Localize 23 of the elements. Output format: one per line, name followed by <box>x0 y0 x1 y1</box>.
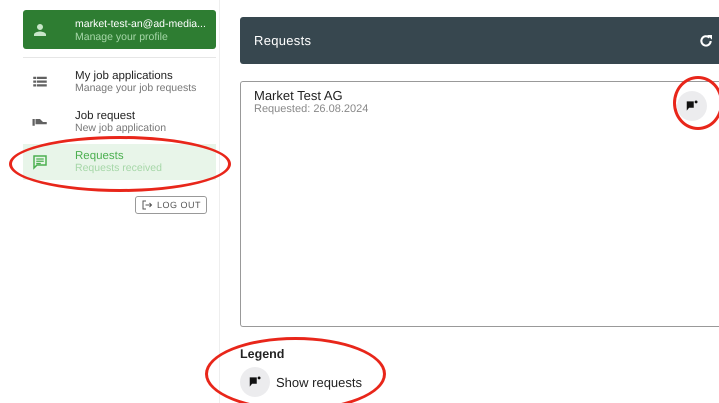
company-name: Market Test AG <box>254 88 344 103</box>
nav-label: My job applications <box>75 70 174 82</box>
legend-label: Show requests <box>276 374 362 390</box>
nav-subtitle: Requests received <box>75 162 162 174</box>
header-title: Requests <box>254 33 312 48</box>
logout-icon <box>140 199 153 211</box>
logout-button[interactable]: LOG OUT <box>134 196 207 214</box>
profile-subtitle: Manage your profile <box>75 30 169 42</box>
nav-item[interactable]: My job applications Manage your job requests <box>23 64 216 100</box>
profile-email: market-test-an@ad-media... <box>75 16 206 30</box>
flag-icon <box>240 367 270 397</box>
nav-subtitle: Manage your job requests <box>75 82 196 94</box>
nav-subtitle: New job application <box>75 122 166 134</box>
show-requests-button[interactable] <box>677 91 707 121</box>
nav-item[interactable]: Job request New job application <box>23 104 216 140</box>
chat-icon <box>31 153 49 171</box>
request-date: Requested: 26.08.2024 <box>254 103 368 115</box>
profile-card[interactable]: market-test-an@ad-media... Manage your profile <box>23 10 216 49</box>
nav-label: Requests <box>75 150 125 162</box>
nav-label: Job request <box>75 110 136 122</box>
flag-icon <box>685 99 699 113</box>
refresh-icon[interactable] <box>698 32 714 48</box>
legend-title: Legend <box>240 347 286 361</box>
